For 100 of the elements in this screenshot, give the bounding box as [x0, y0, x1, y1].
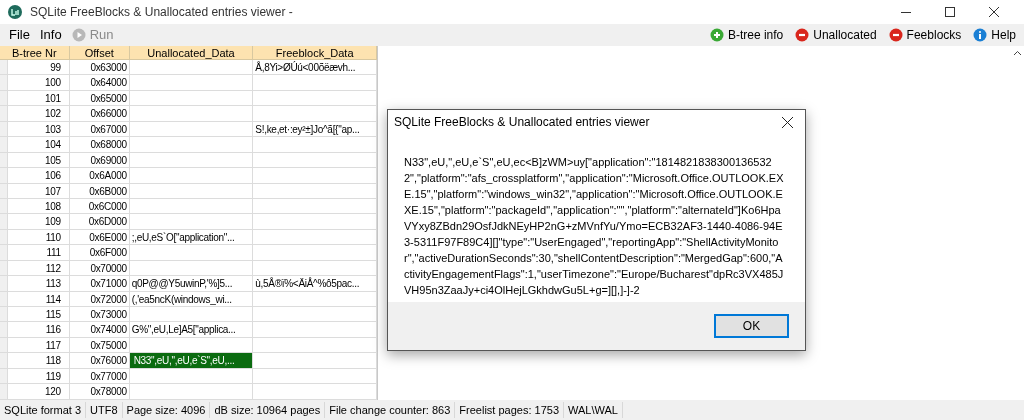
table-cell: 108 — [8, 198, 70, 214]
row-header[interactable] — [0, 291, 8, 306]
table-cell: (,'ea5ncK(windows_wi... — [129, 291, 254, 306]
row-header[interactable] — [0, 353, 8, 368]
column-header[interactable]: Freeblock_Data — [253, 46, 377, 59]
close-icon — [781, 116, 793, 128]
table-cell: 0x70000 — [69, 260, 130, 276]
table-cell: 0x6D000 — [69, 214, 130, 229]
table-cell: 0x74000 — [69, 322, 130, 337]
table-cell: G%",eU,Le]A5["applica... — [129, 322, 254, 337]
table-cell: 0x64000 — [69, 75, 130, 90]
close-icon — [989, 7, 999, 17]
row-header[interactable] — [0, 183, 8, 198]
row-header[interactable] — [0, 229, 8, 245]
row-header[interactable] — [0, 75, 8, 90]
table-cell: 117 — [8, 337, 70, 353]
table-cell: 0x71000 — [69, 276, 130, 291]
table-cell: 113 — [8, 276, 70, 291]
column-header[interactable]: Offset — [69, 46, 130, 59]
table-cell: 115 — [8, 307, 70, 322]
caret-icon — [1013, 51, 1021, 55]
table-cell: 0x6A000 — [69, 168, 130, 183]
row-header[interactable] — [0, 168, 8, 183]
row-header[interactable] — [0, 152, 8, 168]
row-header[interactable] — [0, 214, 8, 229]
row-header[interactable] — [0, 90, 8, 106]
table-cell: 0x78000 — [69, 384, 130, 399]
table-cell: 103 — [8, 121, 70, 137]
row-header[interactable] — [0, 137, 8, 152]
table-cell: 109 — [8, 214, 70, 229]
table-cell: 0x6F000 — [69, 245, 130, 260]
row-header[interactable] — [0, 307, 8, 322]
table-cell: 0x6C000 — [69, 198, 130, 214]
menu-item[interactable]: File — [4, 25, 35, 45]
table-cell: 112 — [8, 260, 70, 276]
status-text: WAL\WAL — [564, 401, 623, 419]
status-text: Page size: 4096 — [122, 401, 211, 419]
table-cell: 99 — [8, 60, 70, 75]
status-text: File change counter: 863 — [325, 401, 456, 419]
toolbar-button[interactable]: Feeblocks — [888, 26, 962, 44]
row-header[interactable] — [0, 384, 8, 399]
row-header[interactable] — [0, 260, 8, 276]
table-cell: 0x67000 — [69, 121, 130, 137]
table-cell: S!,ke,et·:ey²±]Jo^ã[{"ap... — [253, 121, 377, 137]
minimize-icon — [901, 11, 911, 13]
table-cell: 114 — [8, 291, 70, 306]
table-cell: 0x66000 — [69, 106, 130, 121]
window-title: SQLite FreeBlocks & Unallocated entries viewer - — [30, 4, 293, 21]
column-header[interactable]: B-tree Nr — [8, 46, 70, 59]
toolbar-button[interactable]: Unallocated — [795, 26, 877, 44]
toolbar-button[interactable]: Help — [973, 26, 1016, 44]
table-cell: 0x65000 — [69, 90, 130, 106]
row-header[interactable] — [0, 276, 8, 291]
info-icon — [973, 28, 988, 42]
table-cell: 118 — [8, 353, 70, 368]
status-text: Freelist pages: 1753 — [455, 401, 564, 419]
table-cell: q0P@@Y5uwinP,'%]5... — [129, 276, 254, 291]
table-cell: 0x75000 — [69, 337, 130, 353]
table-cell: 0x76000 — [69, 353, 130, 368]
row-header[interactable] — [0, 60, 8, 75]
minus-icon — [795, 28, 810, 42]
table-cell: 0x72000 — [69, 291, 130, 306]
table-cell: 107 — [8, 183, 70, 198]
menu-item[interactable]: Info — [34, 25, 67, 45]
table-cell: 119 — [8, 368, 70, 384]
status-text: UTF8 — [86, 401, 123, 419]
row-header[interactable] — [0, 368, 8, 384]
table-cell: ;,eU,eS`O["application"... — [129, 229, 254, 245]
table-cell: 0x68000 — [69, 137, 130, 152]
row-header[interactable] — [0, 245, 8, 260]
row-header[interactable] — [0, 121, 8, 137]
row-header[interactable] — [0, 322, 8, 337]
table-cell: 111 — [8, 245, 70, 260]
dialog-message: N33",eU,",eU,e`S",eU,ec<B]zWM>uy["application":"18148218383001365322","platform":"afs_crossplatform","application":"Microsoft.Office.OUTLOOK.EXE.15","platform":"windows_win32","application":"Microsoft.Office.OUTLOOK.EXE.15","platform":"packageId","application":"","platform":"alternateId"]Ko6HpaVYxy8ZBdn29OsfJdkNEyHP2nG+zMVnfYu/Ymo=ECB32AF3-1440-4086-94E3-5311F97F89C4][]"type":"UserEngaged","reportingApp":"ShellActivityMonitor","activeDurationSeconds":30,"shellContentDescription":"MergedGap":600,"ActivityEngagementFlags":1,"userTimezone":"Europe/Bucharest"dpRc3VX485JVH95n3ZaaJy+ci4OlHejLGkhdwGu5L+g=][],]-]-2 — [404, 155, 785, 298]
toolbar-button[interactable]: B-tree info — [709, 26, 784, 44]
table-cell: 0x73000 — [69, 307, 130, 322]
table-cell: 102 — [8, 106, 70, 121]
table-cell: N33",eU,",eU,e`S",eU,... — [129, 353, 254, 368]
row-header[interactable] — [0, 198, 8, 214]
table-cell: 100 — [8, 75, 70, 90]
column-header[interactable]: Unallocated_Data — [129, 46, 254, 59]
table-cell: ù,5Å®ï%<ÄiÅ^%ô5pac... — [253, 276, 377, 291]
app-icon — [8, 5, 22, 19]
table-cell: 0x69000 — [69, 152, 130, 168]
table-cell: 0x63000 — [69, 60, 130, 75]
play-icon — [71, 28, 86, 42]
table-cell: 105 — [8, 152, 70, 168]
table-cell: 101 — [8, 90, 70, 106]
table-cell: 0x77000 — [69, 368, 130, 384]
table-cell: 104 — [8, 137, 70, 152]
row-header[interactable] — [0, 106, 8, 121]
maximize-icon — [945, 7, 955, 17]
dialog-title: SQLite FreeBlocks & Unallocated entries viewer — [394, 114, 650, 131]
table-cell: 110 — [8, 229, 70, 245]
ok-button[interactable]: OK — [714, 314, 789, 338]
plus-icon — [709, 28, 724, 42]
table-cell: 0x6E000 — [69, 229, 130, 245]
row-header[interactable] — [0, 337, 8, 353]
table-cell: 106 — [8, 168, 70, 183]
status-text: SQLite format 3 — [0, 401, 87, 419]
